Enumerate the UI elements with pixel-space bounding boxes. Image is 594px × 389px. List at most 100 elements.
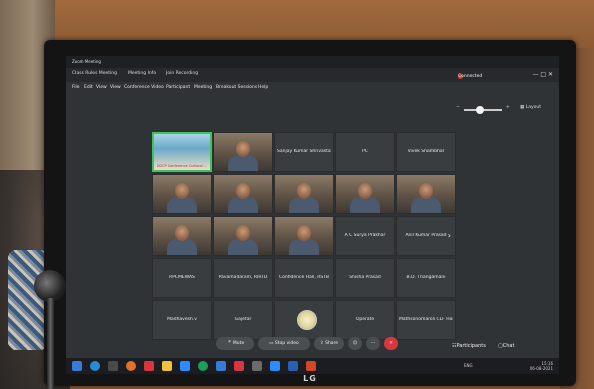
participants-button[interactable]: ☷ Participants — [452, 343, 486, 349]
participant-name: Vivek Shambhar — [407, 149, 445, 154]
participant-body — [289, 197, 319, 213]
participant-tile[interactable]: Sanjay Kumar Shrivastav — [274, 132, 334, 172]
participant-name: Sanjay Kumar Shrivastav — [277, 149, 331, 154]
participant-tile[interactable]: B.D. Thangamani — [396, 258, 456, 298]
participant-tile[interactable]: Operate — [335, 300, 395, 340]
tab-bar: Class Rules Meeting Meeting Info Join Re… — [66, 68, 559, 82]
participant-face — [297, 225, 311, 241]
zoom-icon[interactable] — [180, 361, 190, 371]
layout-button[interactable]: ▦ Layout — [520, 105, 541, 110]
participant-tile[interactable]: Vivek Shambhar — [396, 132, 456, 172]
participant-name: Confidence Hall, RSTB — [278, 275, 330, 280]
menu-view-2[interactable]: View — [110, 85, 121, 90]
explorer-icon[interactable] — [108, 361, 118, 371]
zoom-window: Zoom Meeting Class Rules Meeting Meeting… — [66, 56, 559, 374]
participant-body — [167, 197, 197, 213]
participant-tile[interactable] — [274, 300, 334, 340]
folder-icon[interactable] — [162, 361, 172, 371]
participant-tile[interactable]: ZGCP Conference Cultural ... — [152, 132, 212, 172]
participant-tile[interactable]: Gajetar — [213, 300, 273, 340]
participant-body — [228, 155, 258, 171]
participant-tile[interactable]: A C Surya Prakhar — [335, 216, 395, 256]
tab-meeting-info[interactable]: Meeting Info — [128, 71, 156, 76]
participant-name: B.D. Thangamani — [406, 275, 446, 280]
participant-tile[interactable]: PC — [335, 132, 395, 172]
menu-view[interactable]: View — [96, 85, 107, 90]
firefox-icon[interactable] — [126, 361, 136, 371]
app-icon-blue[interactable] — [216, 361, 226, 371]
tray-clock[interactable]: 15:16 06-08-2021 — [530, 361, 553, 371]
participant-tile[interactable]: Madhavesh.v — [152, 300, 212, 340]
tray-lang[interactable]: ENG — [464, 363, 473, 368]
menu-file[interactable]: File — [72, 85, 80, 90]
participant-tile[interactable]: RPCMEWAS — [152, 258, 212, 298]
window-title: Zoom Meeting — [72, 59, 101, 64]
participant-tile[interactable] — [335, 174, 395, 214]
lg-logo: LG — [303, 374, 317, 383]
participant-face — [297, 183, 311, 199]
participant-face — [175, 225, 189, 241]
app-icon-zoom-2[interactable] — [270, 361, 280, 371]
reactions-button[interactable]: ☺ — [348, 337, 362, 350]
menu-breakout[interactable]: Breakout Sessions — [216, 85, 257, 90]
emblem-icon — [297, 310, 317, 330]
zoom-out-icon[interactable]: − — [456, 105, 460, 110]
participant-tile[interactable]: Pavamadaram, RIRTD — [213, 258, 273, 298]
participant-tile[interactable] — [152, 174, 212, 214]
participant-tile[interactable]: Anil Kumar Prasad › — [396, 216, 456, 256]
banner-caption: ZGCP Conference Cultural ... — [156, 164, 208, 168]
start-icon[interactable] — [72, 361, 82, 371]
app-icon-red[interactable] — [144, 361, 154, 371]
photo-scene: Zoom Meeting Class Rules Meeting Meeting… — [0, 0, 594, 389]
participant-body — [228, 197, 258, 213]
window-controls[interactable]: — □ ✕ — [532, 71, 553, 78]
zoom-knob[interactable] — [476, 106, 484, 114]
participant-tile[interactable] — [213, 216, 273, 256]
stop-video-button[interactable]: ▭ Stop video — [258, 337, 310, 350]
menu-edit[interactable]: Edit — [84, 85, 93, 90]
participant-tile[interactable] — [152, 216, 212, 256]
participant-name: Operate — [355, 317, 375, 322]
participant-face — [358, 183, 372, 199]
participant-tile[interactable]: Shisha Prasad — [335, 258, 395, 298]
participant-tile[interactable] — [213, 174, 273, 214]
leave-button[interactable]: ✕ — [384, 337, 398, 350]
powerpoint-icon[interactable] — [234, 361, 244, 371]
participant-face — [236, 225, 250, 241]
microphone — [34, 270, 68, 389]
menu-participant[interactable]: Participant — [166, 85, 190, 90]
mute-button[interactable]: 🎤 Mute — [216, 337, 254, 350]
zoom-slider[interactable]: − + ▦ Layout — [456, 105, 551, 115]
word-icon[interactable] — [288, 361, 298, 371]
menu-meeting[interactable]: Meeting — [194, 85, 212, 90]
participant-tile[interactable] — [213, 132, 273, 172]
menu-help[interactable]: Help — [258, 85, 268, 90]
participant-tile[interactable] — [274, 216, 334, 256]
ppt-icon[interactable] — [306, 361, 316, 371]
more-button[interactable]: ⋯ — [366, 337, 380, 350]
edge-icon[interactable] — [90, 361, 100, 371]
participant-body — [289, 239, 319, 255]
participant-name: Pavamadaram, RIRTD — [218, 275, 268, 280]
participant-name: Shisha Prasad — [349, 275, 381, 280]
chrome-icon[interactable] — [198, 361, 208, 371]
chat-button[interactable]: ▢ Chat — [498, 343, 514, 349]
menu-conference-video[interactable]: Conference Video — [124, 85, 164, 90]
participant-face — [175, 183, 189, 199]
zoom-in-icon[interactable]: + — [506, 105, 510, 110]
tab-class-rules[interactable]: Class Rules Meeting — [72, 71, 117, 76]
participant-name: RPCMEWAS — [169, 275, 195, 280]
tab-recording[interactable]: Join Recording — [166, 71, 198, 76]
participant-face — [419, 183, 433, 199]
participant-face — [236, 141, 250, 157]
next-page-icon[interactable]: › — [448, 231, 451, 240]
participant-tile[interactable] — [274, 174, 334, 214]
participant-tile[interactable] — [396, 174, 456, 214]
participant-body — [411, 197, 441, 213]
share-button[interactable]: ⇧ Share — [314, 337, 344, 350]
participant-name: A C Surya Prakhar — [344, 233, 386, 238]
participant-tile[interactable]: Confidence Hall, RSTB — [274, 258, 334, 298]
participant-tile[interactable]: Mathsonomaroli CLF Hostu — [396, 300, 456, 340]
app-icon-gray[interactable] — [252, 361, 262, 371]
participant-name: Mathsonomaroli CLF Hostu — [399, 317, 453, 322]
